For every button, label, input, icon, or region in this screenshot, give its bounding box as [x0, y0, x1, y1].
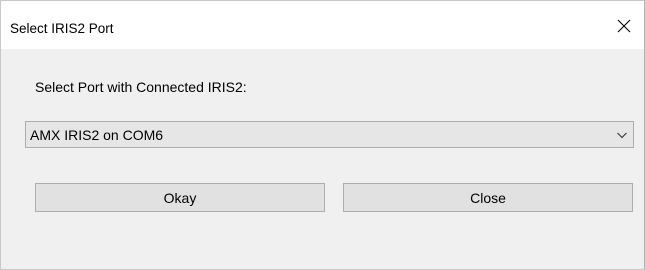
- window-title: Select IRIS2 Port: [10, 21, 114, 36]
- dialog-body: Select Port with Connected IRIS2: AMX IR…: [1, 49, 644, 269]
- chevron-down-icon: [617, 132, 627, 139]
- close-button[interactable]: Close: [343, 183, 633, 212]
- port-select[interactable]: AMX IRIS2 on COM6: [25, 121, 634, 148]
- port-prompt-label: Select Port with Connected IRIS2:: [35, 79, 247, 95]
- title-bar: Select IRIS2 Port: [1, 1, 644, 49]
- okay-button[interactable]: Okay: [35, 183, 325, 212]
- dialog-window: Select IRIS2 Port Select Port with Conne…: [0, 0, 645, 270]
- close-icon: [617, 19, 631, 33]
- port-select-value: AMX IRIS2 on COM6: [30, 126, 164, 143]
- close-window-button[interactable]: [604, 9, 644, 43]
